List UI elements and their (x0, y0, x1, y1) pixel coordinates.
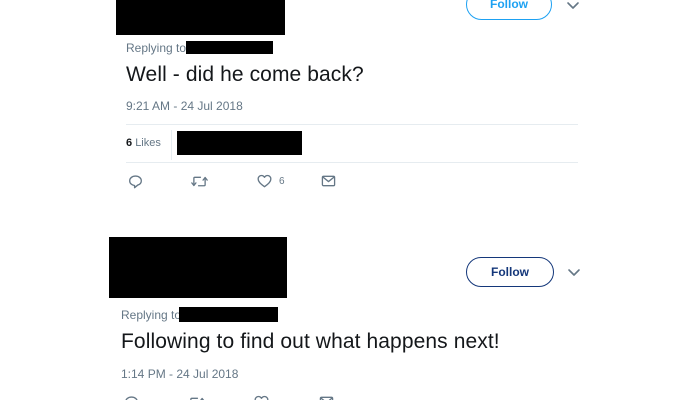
follow-button[interactable]: Follow (466, 257, 554, 287)
envelope-icon (319, 396, 334, 400)
redacted-liker-avatars (177, 131, 302, 155)
redacted-author-name (116, 0, 285, 35)
likes-label: Likes (135, 137, 161, 149)
tweet-text: Following to find out what happens next! (121, 330, 500, 353)
reply-icon (125, 395, 138, 400)
likes-stat[interactable]: 6 Likes (126, 137, 161, 149)
reply-action[interactable] (124, 394, 139, 400)
follow-button[interactable]: Follow (466, 0, 552, 20)
tweet-text: Well - did he come back? (126, 63, 364, 86)
divider (126, 124, 578, 125)
redacted-reply-handle (186, 41, 273, 54)
tweet-timestamp[interactable]: 1:14 PM - 24 Jul 2018 (121, 367, 238, 381)
reply-action[interactable] (128, 173, 143, 189)
chevron-down-icon[interactable] (567, 268, 581, 278)
like-action[interactable] (254, 394, 269, 400)
retweet-action[interactable] (190, 173, 209, 189)
replying-to-label: Replying to (121, 308, 182, 322)
chevron-down-icon[interactable] (566, 1, 580, 11)
retweet-icon (190, 397, 205, 400)
tweet-thread: Follow Replying to Well - did he come ba… (0, 0, 700, 400)
redacted-reply-handle (179, 307, 278, 322)
like-action[interactable]: 6 (257, 173, 285, 189)
retweet-icon (191, 176, 208, 186)
retweet-action[interactable] (187, 394, 206, 400)
likes-count: 6 (126, 137, 133, 149)
divider (171, 130, 172, 160)
reply-icon (129, 174, 142, 188)
heart-icon (257, 174, 272, 188)
envelope-icon (321, 175, 336, 187)
divider (126, 162, 578, 163)
direct-message-action[interactable] (321, 173, 336, 189)
replying-to-label: Replying to (126, 41, 187, 55)
tweet-timestamp[interactable]: 9:21 AM - 24 Jul 2018 (126, 99, 243, 113)
direct-message-action[interactable] (319, 394, 334, 400)
heart-icon (254, 395, 269, 400)
redacted-author-name (109, 237, 287, 298)
like-count: 6 (279, 175, 285, 187)
